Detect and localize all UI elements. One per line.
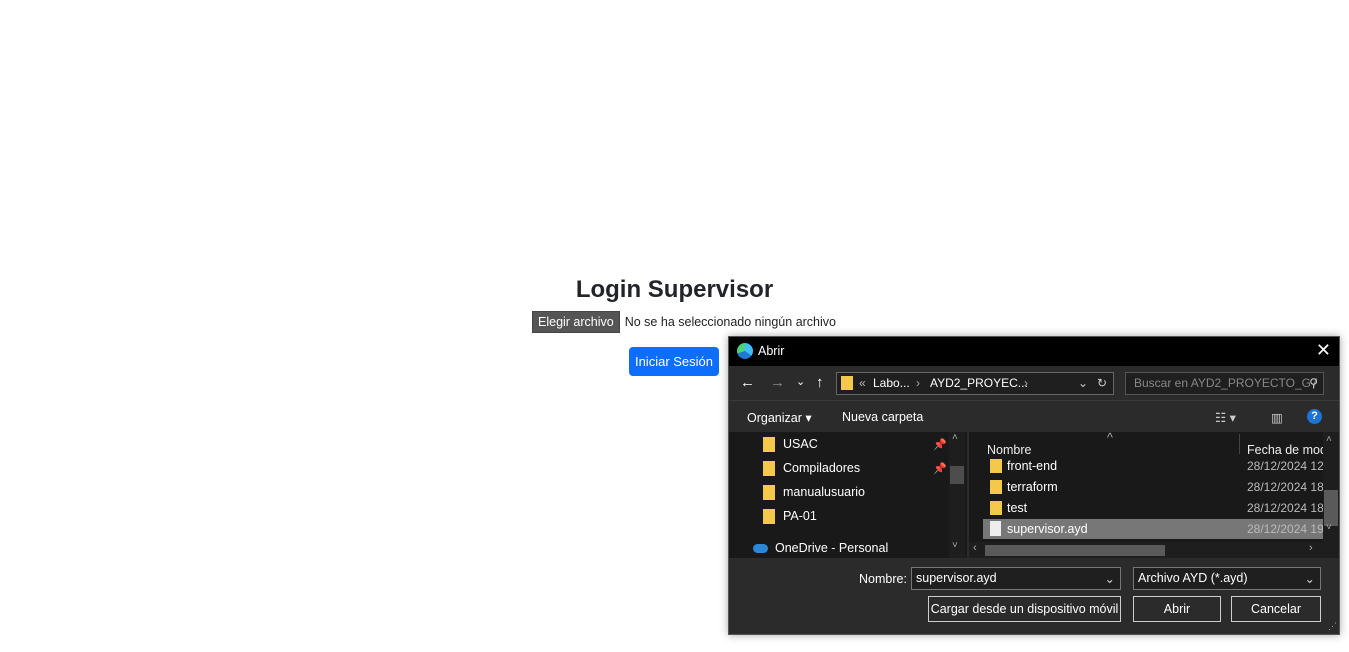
up-icon[interactable]: ↑	[816, 374, 824, 391]
file-status: No se ha seleccionado ningún archivo	[624, 315, 836, 329]
refresh-icon[interactable]: ↻	[1097, 376, 1107, 390]
page-title: Login Supervisor	[575, 276, 774, 303]
sidebar-item-usac[interactable]: USAC	[763, 434, 818, 454]
new-folder-button[interactable]: Nueva carpeta	[842, 410, 923, 424]
scroll-down-icon[interactable]: ˅	[1326, 522, 1332, 533]
pin-icon: 📌	[933, 439, 947, 451]
chevron-right-icon: ›	[916, 376, 920, 390]
recent-locations-icon[interactable]: ⌄	[796, 375, 805, 388]
list-item[interactable]: test 28/12/2024 18	[983, 498, 1324, 518]
navigation-bar: ← → ⌄ ↑ « Labo... › AYD2_PROYEC... › ⌄ ↻…	[729, 366, 1339, 400]
preview-pane-icon[interactable]: ▥	[1271, 410, 1283, 425]
search-placeholder: Buscar en AYD2_PROYECTO_G7	[1134, 376, 1318, 390]
folder-icon	[763, 484, 775, 500]
breadcrumb-item[interactable]: AYD2_PROYEC...	[930, 376, 1028, 390]
file-list: Nombre ^ Fecha de mod front-end 28/12/20…	[969, 432, 1339, 558]
dialog-titlebar: Abrir ✕	[729, 337, 1339, 366]
cancel-button[interactable]: Cancelar	[1231, 596, 1321, 622]
scroll-thumb[interactable]	[985, 545, 1165, 556]
sidebar-scrollbar[interactable]: ˄ ˅	[949, 432, 965, 558]
close-icon[interactable]: ✕	[1316, 340, 1331, 361]
column-divider[interactable]	[1239, 434, 1240, 454]
list-item-selected[interactable]: supervisor.ayd 28/12/2024 19	[983, 519, 1324, 539]
folder-icon	[990, 459, 1002, 473]
folder-icon	[841, 376, 853, 390]
view-options-icon[interactable]: ☷ ▾	[1215, 410, 1236, 425]
open-file-dialog: Abrir ✕ ← → ⌄ ↑ « Labo... › AYD2_PROYEC.…	[728, 336, 1340, 635]
back-icon[interactable]: ←	[740, 374, 755, 391]
breadcrumb-item[interactable]: Labo...	[873, 376, 910, 390]
filename-input[interactable]: supervisor.ayd ⌄	[911, 567, 1121, 590]
search-icon: ⚲	[1309, 376, 1318, 390]
file-icon	[990, 521, 1001, 536]
scroll-up-icon[interactable]: ˄	[952, 432, 958, 443]
breadcrumb-overflow[interactable]: «	[859, 376, 866, 390]
pin-icon: 📌	[933, 463, 947, 475]
chevron-right-icon: ›	[1024, 376, 1028, 390]
sidebar-item-onedrive[interactable]: OneDrive - Personal	[753, 538, 888, 558]
chevron-down-icon[interactable]: ⌄	[1105, 571, 1115, 586]
filename-label: Nombre:	[859, 572, 907, 586]
list-item[interactable]: front-end 28/12/2024 12:	[983, 456, 1327, 476]
horizontal-scrollbar[interactable]: ‹ ›	[969, 542, 1323, 558]
open-button[interactable]: Abrir	[1133, 596, 1221, 622]
file-chooser: Elegir archivo No se ha seleccionado nin…	[532, 311, 836, 333]
scroll-up-icon[interactable]: ˄	[1326, 434, 1332, 445]
folder-icon	[763, 460, 775, 476]
choose-file-button[interactable]: Elegir archivo	[532, 311, 620, 333]
dialog-title: Abrir	[758, 344, 785, 358]
file-list-scrollbar[interactable]: ˄ ˅	[1323, 432, 1339, 558]
scroll-down-icon[interactable]: ˅	[952, 540, 958, 551]
organize-menu[interactable]: Organizar ▾	[747, 410, 812, 425]
resize-grip-icon[interactable]: ⋰	[1328, 621, 1337, 632]
folder-icon	[990, 501, 1002, 515]
sort-arrow-icon: ^	[1107, 432, 1113, 445]
help-icon[interactable]: ?	[1307, 409, 1322, 424]
chevron-down-icon[interactable]: ⌄	[1078, 376, 1088, 390]
column-date[interactable]: Fecha de mod	[1247, 443, 1327, 457]
folder-icon	[763, 508, 775, 524]
search-input[interactable]: Buscar en AYD2_PROYECTO_G7 ⚲	[1125, 372, 1324, 395]
scroll-thumb[interactable]	[950, 466, 964, 484]
file-type-select[interactable]: Archivo AYD (*.ayd) ⌄	[1133, 567, 1321, 590]
sidebar-item-compiladores[interactable]: Compiladores	[763, 458, 860, 478]
forward-icon[interactable]: →	[770, 374, 785, 391]
navigation-pane: USAC 📌 Compiladores 📌 manualusuario PA-0…	[729, 432, 967, 558]
scroll-left-icon[interactable]: ‹	[973, 542, 977, 554]
chevron-down-icon[interactable]: ⌄	[1305, 571, 1315, 586]
login-button[interactable]: Iniciar Sesión	[629, 347, 719, 376]
scroll-thumb[interactable]	[1324, 490, 1338, 526]
edge-icon	[737, 343, 753, 359]
command-bar: Organizar ▾ Nueva carpeta ☷ ▾ ▥ ?	[729, 400, 1339, 433]
column-name[interactable]: Nombre	[987, 443, 1031, 457]
scroll-right-icon[interactable]: ›	[1309, 542, 1313, 554]
sidebar-item-pa01[interactable]: PA-01	[763, 506, 817, 526]
dialog-footer: Nombre: supervisor.ayd ⌄ Archivo AYD (*.…	[729, 558, 1339, 634]
list-item[interactable]: terraform 28/12/2024 18	[983, 477, 1324, 497]
folder-icon	[990, 480, 1002, 494]
sidebar-item-manualusuario[interactable]: manualusuario	[763, 482, 865, 502]
folder-icon	[763, 436, 775, 452]
upload-from-mobile-button[interactable]: Cargar desde un dispositivo móvil	[928, 596, 1121, 622]
address-bar[interactable]: « Labo... › AYD2_PROYEC... › ⌄ ↻	[836, 372, 1114, 395]
cloud-icon	[753, 543, 768, 553]
